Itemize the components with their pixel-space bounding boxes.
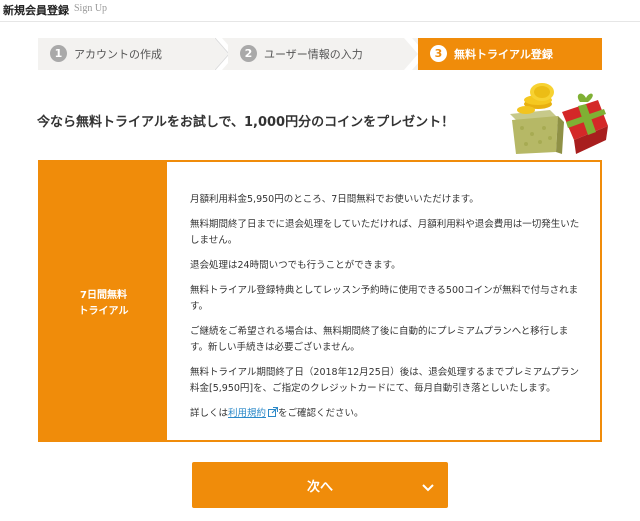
trial-label: 7日間無料 トライアル [40,288,167,320]
promo-headline: 今なら無料トライアルをお試しで、1,000円分のコインをプレゼント！ [37,115,455,130]
next-button[interactable]: 次へ [192,462,448,508]
step-label: アカウントの作成 [74,48,162,61]
trial-label-line1: 7日間無料 [80,290,127,301]
trial-label-box: 7日間無料 トライアル [40,162,167,440]
detail-paragraph: 月額利用料金5,950円のところ、7日間無料でお使いいただけます。 [190,194,479,205]
progress-steps: 1 アカウントの作成 2 ユーザー情報の入力 3 無料トライアル登録 [38,38,602,70]
step-user-info: 2 ユーザー情報の入力 [228,38,418,70]
chevron-down-icon [422,480,434,495]
terms-prefix: 詳しくは [190,408,229,419]
step-label: ユーザー情報の入力 [264,48,363,61]
trial-info-panel: 7日間無料 トライアル 月額利用料金5,950円のところ、7日間無料でお使いいた… [38,160,602,442]
external-link-icon [268,407,279,423]
trial-label-line2: トライアル [78,306,129,317]
step-label: 無料トライアル登録 [454,48,553,61]
page-header: 新規会員登録 Sign Up [0,0,640,22]
detail-paragraph: 無料トライアル登録特典としてレッスン予約時に使用できる500コインが無料で付与さ… [190,285,579,312]
next-button-label: 次へ [306,479,333,494]
step-free-trial: 3 無料トライアル登録 [418,38,602,70]
step-number: 3 [430,45,447,62]
terms-note: 詳しくは利用規約 をご確認ください。 [190,406,586,423]
step-number: 2 [240,45,257,62]
trial-details: 月額利用料金5,950円のところ、7日間無料でお使いいただけます。 無料期間終了… [190,192,586,432]
detail-paragraph: ご継続をご希望される場合は、無料期間終了後に自動的にプレミアムプランへと移行しま… [190,326,569,353]
detail-paragraph: 退会処理は24時間いつでも行うことができます。 [190,260,401,271]
step-account: 1 アカウントの作成 [38,38,228,70]
page-title: 新規会員登録 [3,4,69,17]
step-number: 1 [50,45,67,62]
page-subtitle: Sign Up [74,3,108,14]
gift-icon [508,82,608,158]
detail-paragraph: 無料トライアル期間終了日（2018年12月25日）後は、退会処理するまでプレミア… [190,367,580,394]
terms-link[interactable]: 利用規約 [228,408,266,419]
terms-suffix: をご確認ください。 [278,408,364,419]
detail-paragraph: 無料期間終了日までに退会処理をしていただければ、月額利用料や退会費用は一切発生い… [190,219,580,246]
